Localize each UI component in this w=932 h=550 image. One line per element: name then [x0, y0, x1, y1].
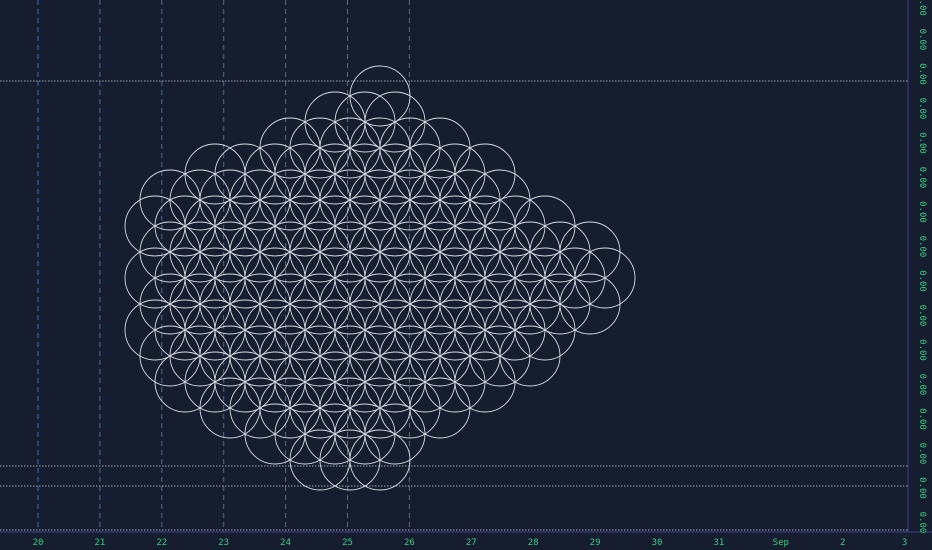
price-axis-label: 0.00: [917, 0, 927, 16]
time-axis-label: 27: [466, 538, 477, 548]
price-axis-label: 0.00: [917, 305, 927, 327]
time-axis-label: Sep: [773, 538, 789, 548]
time-axis-label: 2: [840, 538, 845, 548]
price-axis-label: 0.00: [917, 132, 927, 154]
time-axis-label: 21: [94, 538, 105, 548]
time-axis-label: 29: [590, 538, 601, 548]
time-axis-label: 24: [280, 538, 291, 548]
price-axis-label: 0.00: [917, 29, 927, 51]
chart-background: [0, 0, 932, 550]
price-axis-label: 0.00: [917, 98, 927, 120]
time-axis-label: 20: [33, 538, 44, 548]
time-axis-label: 3: [902, 538, 907, 548]
chart-canvas[interactable]: 0.00 0.00 0.00 0.00 0.00 0.00 0.00 0.00 0.00 0.00…: [0, 0, 932, 550]
price-axis-label: 0.00: [917, 236, 927, 258]
time-axis-label: 23: [218, 538, 229, 548]
time-axis-label: 31: [713, 538, 724, 548]
price-axis-label: 0.00: [917, 201, 927, 223]
time-axis-label: 25: [342, 538, 353, 548]
price-axis-label: 0.00: [917, 408, 927, 430]
time-axis-label: 22: [156, 538, 167, 548]
price-axis-label: 0.00: [917, 374, 927, 396]
time-axis-label: 28: [528, 538, 539, 548]
time-axis[interactable]: 20 21 22 23 24 25 26 27 28 29 30 31 Sep 2 3: [33, 538, 908, 548]
price-axis-label: 0.00: [917, 477, 927, 499]
price-axis-label: 0.00: [917, 339, 927, 361]
price-axis-label: 0.00: [917, 443, 927, 465]
price-axis-label: 0.00: [917, 63, 927, 85]
time-axis-label: 30: [652, 538, 663, 548]
time-axis-label: 26: [404, 538, 415, 548]
price-axis-label: 0.00: [917, 512, 927, 534]
price-axis-label: 0.00: [917, 167, 927, 189]
price-axis-label: 0.00: [917, 270, 927, 292]
